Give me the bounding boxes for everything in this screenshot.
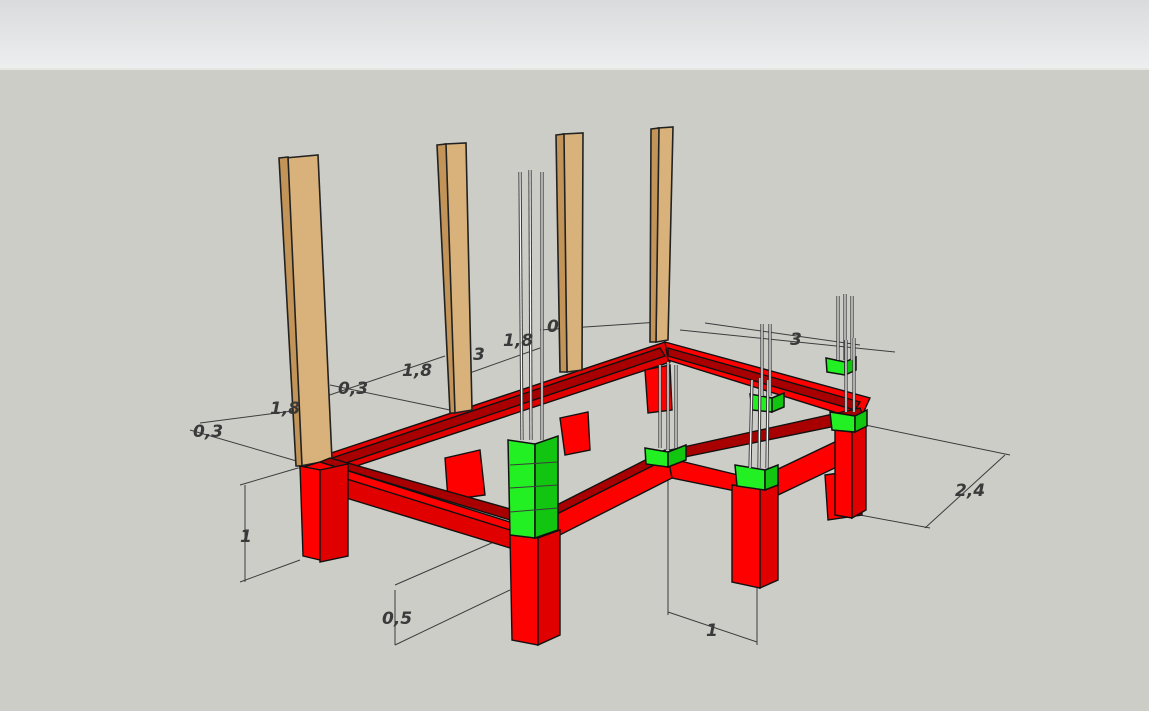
dim-truncated-3: 3 <box>473 345 485 365</box>
dim-spacing-1-8-a: 1,8 <box>270 399 300 419</box>
dim-width-2-4: 2,4 <box>955 481 985 501</box>
dim-spacing-1-8-b: 1,8 <box>402 361 432 381</box>
dim-height-1: 1 <box>240 527 252 547</box>
dim-spacing-1-8-c: 1,8 <box>503 331 533 351</box>
foundation-3d-model[interactable]: 1 0,5 1 2,4 3 1,8 1,8 1,8 0,3 0,3 3 0 <box>0 0 1149 711</box>
dim-depth-0-5: 0,5 <box>382 609 412 629</box>
dim-length-3: 3 <box>790 330 802 350</box>
dim-thickness-0-3-a: 0,3 <box>193 422 223 442</box>
dim-thickness-0-3-b: 0,3 <box>338 379 368 399</box>
dim-width-1: 1 <box>706 621 718 641</box>
dim-truncated-0: 0 <box>547 317 559 337</box>
